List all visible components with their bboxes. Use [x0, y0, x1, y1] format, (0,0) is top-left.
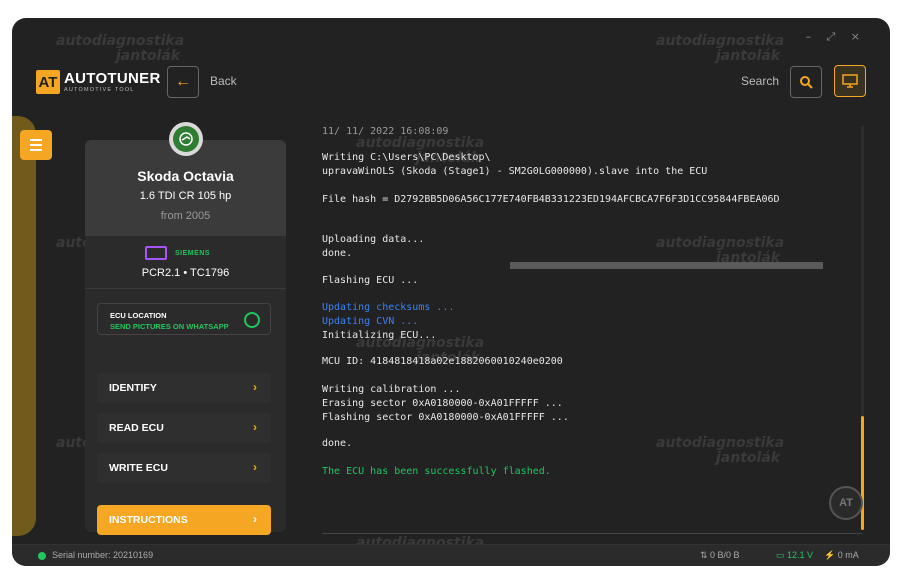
- log-line: done.: [322, 248, 353, 259]
- log-line: Updating checksums ...: [322, 302, 455, 313]
- logo-name: AUTOTUNER: [64, 69, 161, 87]
- hamburger-icon: [30, 139, 42, 141]
- redacted-path: [510, 262, 823, 269]
- connection-status-icon: [38, 552, 46, 560]
- app-window: – ⤢ × autodiagnostika jantolák autodiagno…: [12, 18, 890, 566]
- chevron-right-icon: ›: [253, 460, 257, 474]
- log-line: Writing calibration ...: [322, 384, 461, 395]
- log-line: Flashing ECU ...: [322, 275, 419, 286]
- monitor-icon: [842, 74, 858, 88]
- log-line: done.: [322, 438, 353, 449]
- vehicle-panel: Skoda Octavia 1.6 TDI CR 105 hp from 200…: [85, 122, 286, 535]
- watermark: autodiagnostikajantolák: [56, 33, 185, 64]
- ecu-brand: SIEMENS: [145, 246, 210, 260]
- whatsapp-icon: [244, 312, 260, 328]
- log-line: Updating CVN ...: [322, 316, 419, 327]
- vehicle-engine: 1.6 TDI CR 105 hp: [139, 190, 232, 202]
- logo-subtitle: AUTOMOTIVE TOOL: [64, 86, 135, 93]
- identify-button[interactable]: IDENTIFY ›: [97, 373, 271, 403]
- log-line: Writing C:\Users\PC\Desktop\: [322, 152, 491, 163]
- ecu-location-button[interactable]: ECU LOCATION SEND PICTURES ON WHATSAPP: [97, 303, 271, 335]
- logo-mark: AT: [36, 70, 60, 94]
- log-line: File hash = D2792BB5D06A56C177E740FB4B33…: [322, 194, 780, 205]
- current-draw: ⚡ 0 mA: [824, 550, 859, 560]
- vehicle-model: Skoda Octavia: [137, 168, 234, 184]
- divider: [322, 533, 862, 534]
- search-icon: [800, 76, 813, 89]
- ecu-brand-name: SIEMENS: [175, 249, 211, 257]
- chevron-right-icon: ›: [253, 380, 257, 394]
- menu-button[interactable]: [20, 130, 52, 160]
- log-line: Uploading data...: [322, 234, 425, 245]
- ecu-chip-icon: [145, 246, 167, 260]
- log-line: Flashing sector 0xA0180000-0xA01FFFFF ..…: [322, 412, 569, 423]
- write-ecu-button[interactable]: WRITE ECU ›: [97, 453, 271, 483]
- scrollbar-thumb[interactable]: [861, 416, 864, 530]
- app-logo: AT AUTOTUNER AUTOMOTIVE TOOL: [36, 68, 161, 96]
- log-line: Initializing ECU...: [322, 330, 437, 341]
- status-bar: Serial number: 20210169 ⇅ 0 B/0 B ▭ 12.1…: [12, 544, 890, 566]
- search-button[interactable]: [790, 66, 822, 98]
- at-logo-icon[interactable]: AT: [829, 486, 863, 520]
- ecu-model: PCR2.1 • TC1796: [141, 267, 230, 279]
- watermark: autodiagnostikajantolák: [656, 33, 785, 64]
- log-line: upravaWinOLS (Skoda (Stage1) - SM2G0LG00…: [322, 166, 708, 177]
- serial-number: Serial number: 20210169: [52, 550, 154, 560]
- side-strip: [12, 116, 36, 536]
- battery-voltage: ▭ 12.1 V: [776, 550, 814, 560]
- data-traffic: ⇅ 0 B/0 B: [700, 550, 740, 560]
- log-line: Erasing sector 0xA0180000-0xA01FFFFF ...: [322, 398, 563, 409]
- ecu-location-title: ECU LOCATION: [110, 311, 167, 320]
- chevron-right-icon: ›: [253, 420, 257, 434]
- ecu-location-subtitle: SEND PICTURES ON WHATSAPP: [110, 322, 229, 331]
- back-label[interactable]: Back: [210, 74, 237, 88]
- window-controls[interactable]: – ⤢ ×: [805, 30, 866, 44]
- instructions-button[interactable]: INSTRUCTIONS ›: [97, 505, 271, 535]
- read-ecu-button[interactable]: READ ECU ›: [97, 413, 271, 443]
- log-line: 11/ 11/ 2022 16:08:09: [322, 126, 449, 137]
- search-label[interactable]: Search: [741, 74, 779, 88]
- skoda-logo-icon: [169, 122, 203, 156]
- back-button[interactable]: ←: [167, 66, 199, 98]
- log-line: MCU ID: 4184818418a02e1882060010240e0200: [322, 356, 563, 367]
- log-line-success: The ECU has been successfully flashed.: [322, 466, 551, 477]
- vehicle-year: from 2005: [160, 210, 211, 222]
- arrow-left-icon: ←: [175, 73, 191, 90]
- vehicle-header: Skoda Octavia 1.6 TDI CR 105 hp from 200…: [85, 122, 286, 236]
- top-bar: AT AUTOTUNER AUTOMOTIVE TOOL ← Back Sear…: [12, 62, 890, 102]
- chevron-right-icon: ›: [253, 512, 257, 526]
- screen-button[interactable]: [834, 65, 866, 97]
- divider: [85, 288, 286, 289]
- flash-log: 11/ 11/ 2022 16:08:09 Writing C:\Users\P…: [322, 126, 862, 518]
